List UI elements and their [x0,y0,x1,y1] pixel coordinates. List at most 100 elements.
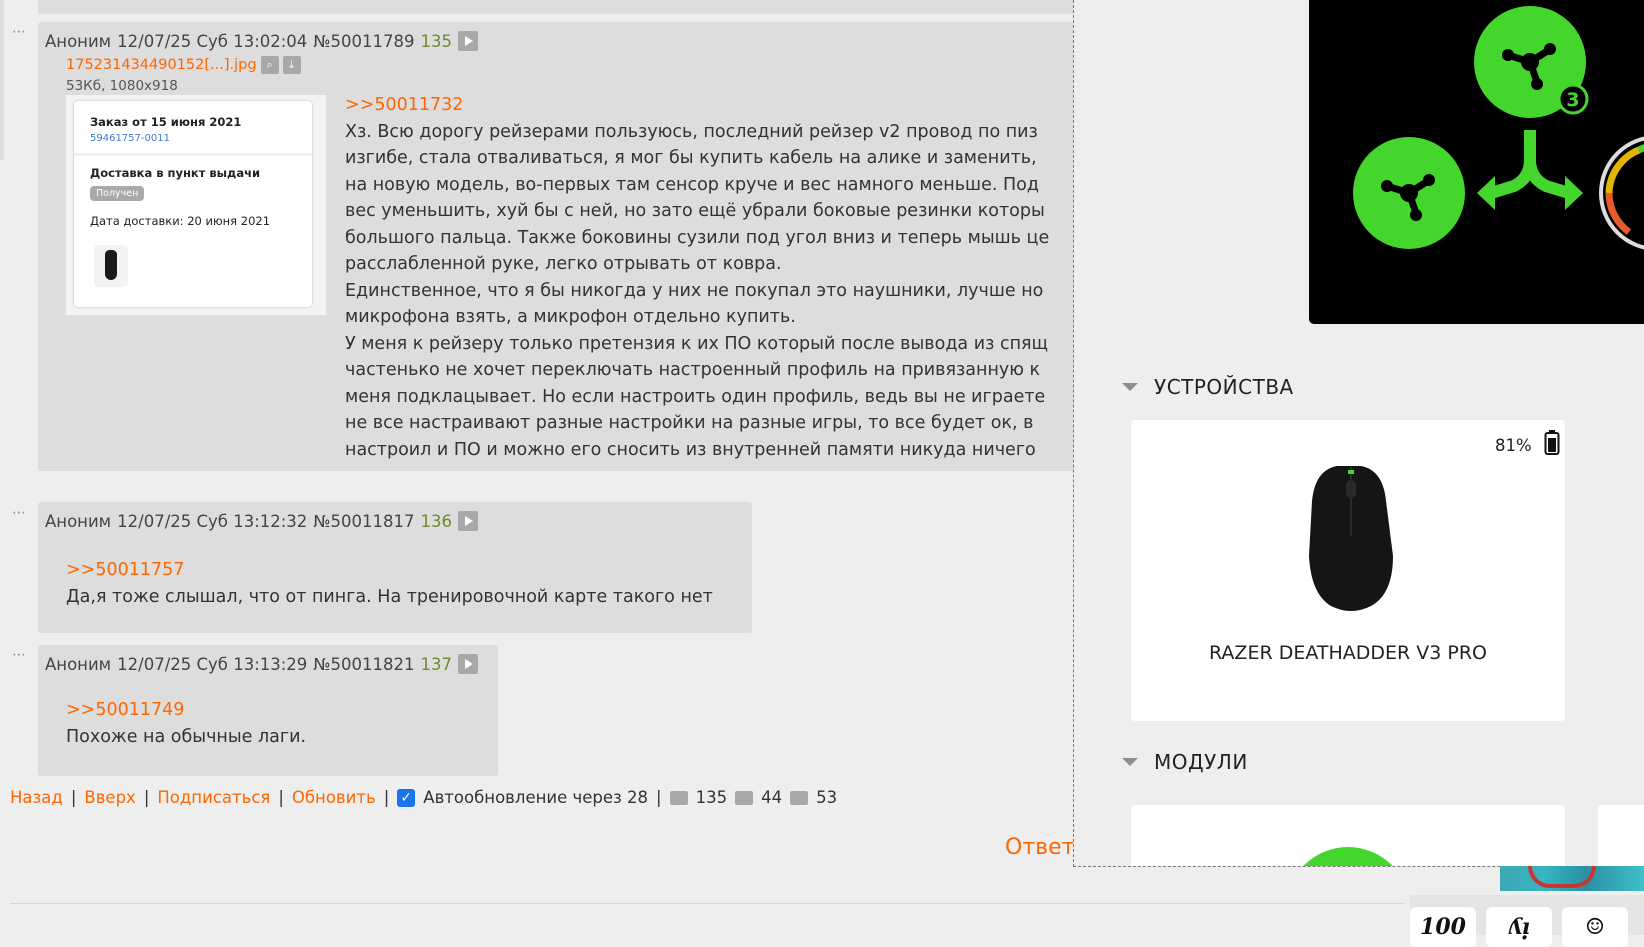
post-line: Да,я тоже слышал, что от пинга. На трени… [66,586,713,607]
images-count: 44 [761,788,783,807]
device-name: RAZER DEATHADDER V3 PRO [1209,642,1487,664]
chevron-down-icon[interactable] [1122,383,1138,391]
up-link[interactable]: Вверх [84,788,135,807]
module-card[interactable] [1598,805,1644,866]
smiley-icon[interactable]: ☺ [1562,907,1628,947]
post-body: >>50011757 Да,я тоже слышал, что от пинг… [66,557,713,610]
post-line: расслабленной руке, легко отрывать от ко… [345,254,782,274]
posts-count-icon [669,790,688,805]
modules-section-title: МОДУЛИ [1154,750,1248,774]
file-row: 175231434490152[...].jpg ⌕ ⤓ [66,56,301,74]
autoupdate-checkbox[interactable]: ✓ [397,788,416,807]
post-line: изгибе, стала отваливаться, я мог бы куп… [345,148,1037,168]
count-badge-text: 3 [1566,89,1579,111]
post-number[interactable]: №50011789 [313,32,414,51]
post-date: 12/07/25 Суб 13:13:29 [117,654,308,674]
post-line: меня подклацывает. Но если настроить оди… [345,386,1046,407]
post-line: Похоже на обычные лаги. [66,726,307,747]
post-body: >>50011749 Похоже на обычные лаги. [66,697,306,750]
post-body: >>50011732 Хз. Всю дорогу рейзерами поль… [345,92,1049,463]
post-ordinal: 135 [420,31,452,51]
mouse-product-image [1309,466,1393,611]
module-card[interactable] [1131,805,1565,866]
order-divider [74,153,312,156]
post-line: вес уменьшить, хуй бы с ней, но зато ещё… [345,201,1045,221]
download-icon[interactable]: ⤓ [282,56,301,74]
post-date: 12/07/25 Суб 13:12:32 [117,511,308,531]
post-50011821: Аноним 12/07/25 Суб 13:13:29 №50011821 1… [38,645,498,776]
post-menu-dots[interactable]: ⋯ [12,505,27,521]
nav-separator: | [278,788,284,807]
post-header: Аноним 12/07/25 Суб 13:02:04 №50011789 1… [45,31,478,51]
post-image-thumbnail[interactable]: Заказ от 15 июня 2021 59461757-0011 Дост… [66,95,326,315]
post-header: Аноним 12/07/25 Суб 13:12:32 №50011817 1… [45,511,478,531]
devices-section-title: УСТРОЙСТВА [1154,375,1294,399]
post-50011817: Аноним 12/07/25 Суб 13:12:32 №50011817 1… [38,502,752,633]
reply-link[interactable]: >>50011749 [66,697,306,724]
play-icon[interactable] [457,511,478,531]
post-number[interactable]: №50011817 [313,512,414,531]
search-icon[interactable]: ⌕ [260,56,279,74]
play-icon[interactable] [457,31,478,51]
multi-device-hero: 3 [1309,0,1644,324]
post-header: Аноним 12/07/25 Суб 13:13:29 №50011821 1… [45,654,478,674]
post-line: Единственное, что я бы никогда у них не … [345,280,1044,301]
reply-button[interactable]: Ответ [1005,835,1074,860]
autoupdate-label: Автообновление через 28 [423,788,649,807]
emote-bar: 100 ʎᴉ ☺ [1410,895,1644,947]
nav-separator: | [70,788,77,807]
post-author: Аноним [45,511,112,531]
post-menu-dots[interactable]: ⋯ [12,647,27,663]
previous-post-edge [38,0,1078,14]
delivery-type: Доставка в пункт выдачи [90,166,261,180]
nav-separator: | [143,788,150,807]
chevron-down-icon[interactable] [1122,758,1138,766]
post-line: большого пальца. Также боковины сузили п… [345,227,1050,248]
refresh-link[interactable]: Обновить [292,788,376,807]
post-line: не все настраивают разные настройки на р… [345,413,1034,433]
file-name-link[interactable]: 175231434490152[...].jpg [66,57,257,73]
razer-synapse-overlay: 3 УСТРОЙСТВА 81% RAZER DEATHADDER V3 PRO… [1073,0,1644,867]
post-date: 12/07/25 Суб 13:02:04 [117,31,308,51]
post-line: настроил и ПО и можно его сносить из вну… [345,439,1036,460]
delivery-date: Дата доставки: 20 июня 2021 [90,214,271,228]
multi-device-illustration: 3 [1353,6,1644,250]
banner-image [1500,866,1644,891]
thread-rule [0,0,4,160]
subscribe-link[interactable]: Подписаться [157,788,270,807]
footer-divider [10,903,1405,904]
post-ordinal: 137 [420,654,452,674]
posts-count: 135 [695,788,728,807]
images-count-icon [735,790,754,805]
post-ordinal: 136 [420,511,452,531]
users-count: 53 [816,788,838,807]
reply-link[interactable]: >>50011732 [345,92,1049,119]
reply-link[interactable]: >>50011757 [66,557,713,584]
back-link[interactable]: Назад [10,788,63,807]
post-author: Аноним [45,654,112,674]
order-title: Заказ от 15 июня 2021 [90,115,242,129]
post-line: Хз. Всю дорогу рейзерами пользуюсь, посл… [345,121,1038,142]
module-icon [1286,847,1410,866]
order-card: Заказ от 15 июня 2021 59461757-0011 Дост… [74,101,312,307]
device-card[interactable]: 81% RAZER DEATHADDER V3 PRO [1131,420,1565,721]
play-icon[interactable] [457,654,478,674]
order-number: 59461757-0011 [90,133,170,144]
post-number[interactable]: №50011821 [313,655,414,674]
split-arrows [1489,130,1571,199]
post-50011789: Аноним 12/07/25 Суб 13:02:04 №50011789 1… [38,22,1078,471]
post-menu-dots[interactable]: ⋯ [12,24,27,40]
post-line: частенько не хочет переключать настроенн… [345,360,1041,380]
post-line: У меня к рейзеру только претензия к их П… [345,333,1049,354]
post-line: на новую модель, во-первых там сенсор кр… [345,174,1039,195]
thread-footer-nav: Назад | Вверх | Подписаться | Обновить |… [10,788,837,807]
users-count-icon [790,790,809,805]
nav-separator: | [383,788,390,807]
emote-100[interactable]: 100 [1410,907,1476,947]
emote-sticker[interactable]: ʎᴉ [1486,907,1552,947]
post-author: Аноним [45,31,112,51]
file-meta: 53Кб, 1080x918 [66,78,178,94]
status-badge: Получен [90,186,145,201]
post-line: микрофона взять, а микрофон отдельно куп… [345,307,796,327]
nav-separator: | [656,788,662,807]
